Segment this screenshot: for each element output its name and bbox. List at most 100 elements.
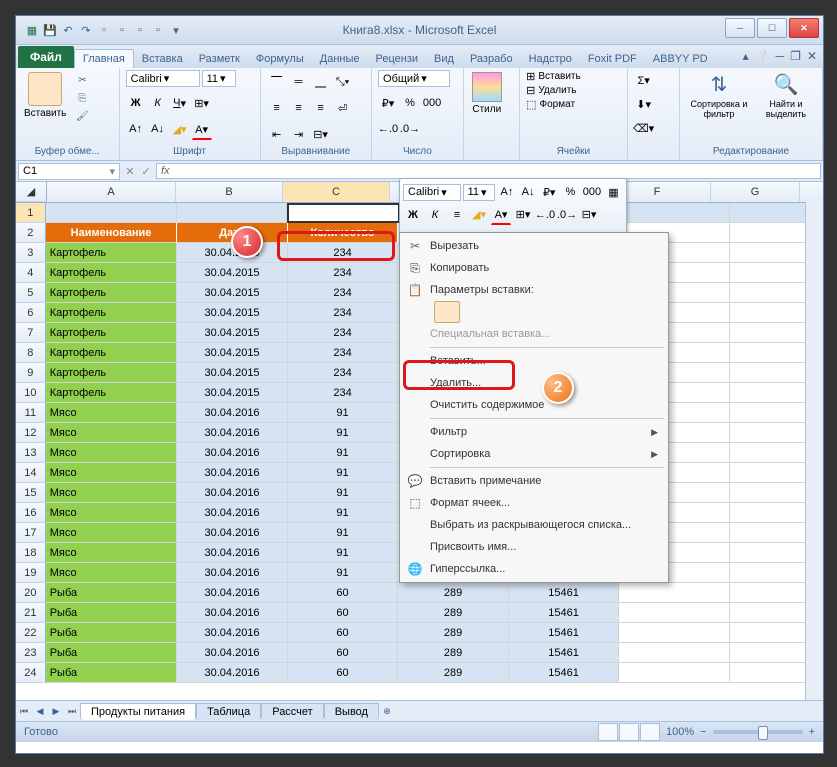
save-icon[interactable]: 💾 <box>42 22 58 38</box>
number-format-combo[interactable]: Общий▾ <box>378 70 450 87</box>
qat-icon[interactable]: ▫ <box>114 22 130 38</box>
help-icon[interactable]: ❔ <box>755 49 770 63</box>
qat-icon[interactable]: ▫ <box>96 22 112 38</box>
name-box[interactable]: C1 ▾ <box>18 163 120 180</box>
currency-icon[interactable]: ₽▾ <box>378 93 398 113</box>
tab-insert[interactable]: Вставка <box>134 50 191 68</box>
ctx-filter[interactable]: Фильтр▶ <box>402 421 666 443</box>
ctx-format-cells[interactable]: ⬚Формат ячеек... <box>402 492 666 514</box>
tab-data[interactable]: Данные <box>312 50 368 68</box>
pagelayout-view-icon[interactable] <box>619 723 639 741</box>
mini-decdec-icon[interactable]: .0→ <box>557 205 577 225</box>
mini-align-icon[interactable]: ≡ <box>447 205 467 225</box>
sheet-nav-next-icon[interactable]: ▶ <box>48 703 64 719</box>
align-middle-icon[interactable]: ═ <box>289 72 309 92</box>
vertical-scrollbar[interactable] <box>805 202 823 700</box>
comma-icon[interactable]: 000 <box>422 93 442 113</box>
window-close-icon[interactable]: ✕ <box>807 49 817 63</box>
dec-decimal-icon[interactable]: .0→ <box>400 119 420 139</box>
align-bottom-icon[interactable]: ⎽ <box>311 72 331 92</box>
mini-border-icon[interactable]: ⊞▾ <box>513 205 533 225</box>
grow-font-icon[interactable]: A↑ <box>126 119 146 139</box>
sheet-nav-last-icon[interactable]: ⏭ <box>64 703 80 719</box>
maximize-button[interactable]: ☐ <box>757 18 787 38</box>
ctx-cut[interactable]: ✂Вырезать <box>402 235 666 257</box>
qat-icon[interactable]: ▫ <box>132 22 148 38</box>
align-center-icon[interactable]: ≡ <box>289 98 309 118</box>
ctx-paste-btn[interactable] <box>402 301 666 323</box>
insert-cell-icon[interactable]: ⊞ <box>526 70 535 83</box>
pagebreak-view-icon[interactable] <box>640 723 660 741</box>
font-color-button[interactable]: A▾ <box>192 119 212 140</box>
cut-icon[interactable]: ✂ <box>72 72 92 88</box>
wrap-text-icon[interactable]: ⏎ <box>333 98 353 118</box>
styles-button[interactable]: Стили <box>470 70 504 117</box>
mini-italic-icon[interactable]: К <box>425 205 445 225</box>
window-min-icon[interactable]: ─ <box>776 49 785 63</box>
col-header-b[interactable]: B <box>176 182 283 202</box>
clear-icon[interactable]: ⌫▾ <box>634 118 654 138</box>
italic-button[interactable]: К <box>148 93 168 113</box>
ctx-define-name[interactable]: Присвоить имя... <box>402 536 666 558</box>
mini-percent-icon[interactable]: % <box>561 182 580 202</box>
fx-cancel-icon[interactable]: ✕ <box>122 165 138 178</box>
delete-cell-icon[interactable]: ⊟ <box>526 84 535 97</box>
window-restore-icon[interactable]: ❐ <box>790 49 801 63</box>
format-painter-icon[interactable]: 🖌 <box>72 108 92 124</box>
qat-dropdown-icon[interactable]: ▾ <box>168 22 184 38</box>
indent-inc-icon[interactable]: ⇥ <box>289 124 309 144</box>
mini-currency-icon[interactable]: ₽▾ <box>540 182 559 202</box>
ctx-dropdown-list[interactable]: Выбрать из раскрывающегося списка... <box>402 514 666 536</box>
inc-decimal-icon[interactable]: ←.0 <box>378 119 398 139</box>
ctx-hyperlink[interactable]: 🌐Гиперссылка... <box>402 558 666 580</box>
sort-filter-button[interactable]: ⇅ Сортировка и фильтр <box>686 70 752 121</box>
bold-button[interactable]: Ж <box>126 93 146 113</box>
redo-icon[interactable]: ↷ <box>78 22 94 38</box>
ctx-sort[interactable]: Сортировка▶ <box>402 443 666 465</box>
tab-formulas[interactable]: Формулы <box>248 50 312 68</box>
indent-dec-icon[interactable]: ⇤ <box>267 124 287 144</box>
table-row[interactable]: 20Рыба30.04.20166028915461 <box>16 583 823 603</box>
ctx-copy[interactable]: ⎘Копировать <box>402 257 666 279</box>
copy-icon[interactable]: ⎘ <box>72 90 92 106</box>
mini-grow-icon[interactable]: A↑ <box>497 182 516 202</box>
mini-comma-icon[interactable]: 000 <box>582 182 602 202</box>
tab-addins[interactable]: Надстро <box>521 50 580 68</box>
font-name-combo[interactable]: Calibri▾ <box>126 70 200 87</box>
fx-accept-icon[interactable]: ✓ <box>138 165 154 178</box>
fill-color-button[interactable]: ◢▾ <box>170 119 190 139</box>
close-button[interactable]: ✕ <box>789 18 819 38</box>
ctx-comment[interactable]: 💬Вставить примечание <box>402 470 666 492</box>
paste-button[interactable]: Вставить <box>22 70 68 121</box>
percent-icon[interactable]: % <box>400 93 420 113</box>
tab-review[interactable]: Рецензи <box>368 50 427 68</box>
qat-icon[interactable]: ▫ <box>150 22 166 38</box>
zoom-in-icon[interactable]: + <box>809 726 815 738</box>
format-cell-icon[interactable]: ⬚ <box>526 98 536 111</box>
mini-incdec-icon[interactable]: ←.0 <box>535 205 555 225</box>
table-row[interactable]: 23Рыба30.04.20166028915461 <box>16 643 823 663</box>
fill-down-icon[interactable]: ⬇▾ <box>634 94 654 114</box>
ctx-clear[interactable]: Очистить содержимое <box>402 394 666 416</box>
tab-home[interactable]: Главная <box>74 49 134 68</box>
font-size-combo[interactable]: 11▾ <box>202 70 236 87</box>
col-header-c[interactable]: C <box>283 182 390 202</box>
orientation-icon[interactable]: ⤡▾ <box>333 72 353 92</box>
table-row[interactable]: 22Рыба30.04.20166028915461 <box>16 623 823 643</box>
align-top-icon[interactable]: ⎺ <box>267 72 287 92</box>
mini-shrink-icon[interactable]: A↓ <box>519 182 538 202</box>
tab-foxit[interactable]: Foxit PDF <box>580 50 645 68</box>
autosum-icon[interactable]: Σ▾ <box>634 70 654 90</box>
underline-button[interactable]: Ч▾ <box>170 93 190 113</box>
mini-bold-icon[interactable]: Ж <box>403 205 423 225</box>
mini-merge-icon[interactable]: ⊟▾ <box>579 205 599 225</box>
formula-bar[interactable]: fx <box>156 163 821 179</box>
mini-styles-icon[interactable]: ▦ <box>604 182 623 202</box>
tab-abbyy[interactable]: ABBYY PD <box>645 50 716 68</box>
merge-icon[interactable]: ⊟▾ <box>311 124 331 144</box>
mini-size-combo[interactable]: 11▾ <box>463 184 496 201</box>
new-sheet-icon[interactable]: ⊕ <box>379 703 395 719</box>
find-select-button[interactable]: 🔍 Найти и выделить <box>756 70 816 121</box>
sheet-tab-3[interactable]: Рассчет <box>261 703 324 720</box>
minimize-ribbon-icon[interactable]: ▴ <box>743 49 749 63</box>
